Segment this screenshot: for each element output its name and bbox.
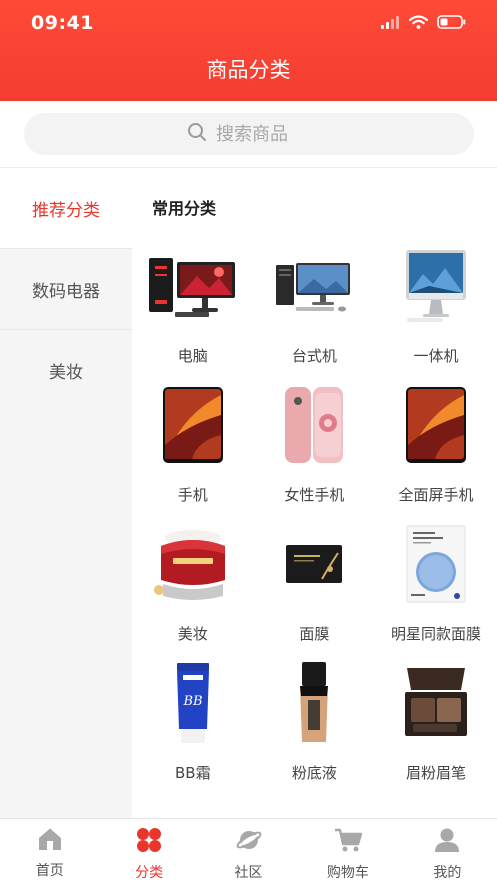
tab-home[interactable]: 首页 (0, 819, 99, 883)
search-bar (0, 101, 497, 168)
cart-icon (334, 827, 363, 857)
tab-cart[interactable]: 购物车 (298, 819, 397, 883)
tab-label: 分类 (135, 865, 164, 881)
category-item-foundation[interactable]: 粉底液 (254, 657, 376, 796)
bb-cream-tube-icon: BB (145, 661, 241, 745)
bottom-tab-bar: 首页 分类 社区 购物车 我的 (0, 818, 497, 883)
category-sidebar: 推荐分类 数码电器 美妆 (0, 168, 132, 818)
category-item-phone[interactable]: 手机 (132, 379, 254, 518)
face-mask-pack-icon (266, 522, 362, 606)
status-time: 09:41 (31, 12, 94, 34)
planet-icon (236, 827, 262, 857)
category-label: 一体机 (413, 347, 459, 365)
category-item-desktop[interactable]: 台式机 (254, 240, 376, 379)
signal-icon (381, 14, 400, 33)
home-icon (37, 827, 63, 855)
fullscreen-phone-icon (388, 383, 484, 467)
category-item-women-phone[interactable]: 女性手机 (254, 379, 376, 518)
search-box[interactable] (24, 113, 474, 155)
sidebar-item-recommended[interactable]: 推荐分类 (0, 168, 132, 249)
category-item-all-in-one[interactable]: 一体机 (375, 240, 497, 379)
pink-smartphone-icon (266, 383, 362, 467)
search-icon (187, 122, 207, 146)
foundation-bottle-icon (266, 661, 362, 745)
category-icon (136, 827, 162, 857)
sidebar-item-beauty[interactable]: 美妆 (0, 330, 132, 411)
category-label: 台式机 (291, 347, 337, 365)
category-label: 美妆 (177, 625, 208, 643)
tab-label: 购物车 (326, 865, 369, 881)
category-label: 眉粉眉笔 (405, 764, 466, 782)
category-label: 女性手机 (284, 486, 345, 504)
status-icons (381, 14, 466, 33)
tab-label: 我的 (433, 865, 462, 881)
sidebar-item-digital[interactable]: 数码电器 (0, 249, 132, 330)
category-item-computer[interactable]: 电脑 (132, 240, 254, 379)
category-label: BB霜 (175, 764, 211, 782)
desktop-computer-icon (266, 244, 362, 328)
category-item-fullscreen-phone[interactable]: 全面屏手机 (375, 379, 497, 518)
category-item-beauty[interactable]: 美妆 (132, 518, 254, 657)
category-label: 粉底液 (291, 764, 337, 782)
svg-text:BB: BB (182, 694, 202, 709)
category-label: 明星同款面膜 (390, 625, 481, 643)
category-label: 全面屏手机 (398, 486, 474, 504)
tab-label: 社区 (234, 865, 263, 881)
wifi-icon (408, 14, 429, 33)
tab-label: 首页 (35, 863, 64, 879)
sheet-mask-icon (388, 522, 484, 606)
category-label: 手机 (177, 486, 208, 504)
tab-category[interactable]: 分类 (99, 819, 198, 883)
category-label: 面膜 (299, 625, 330, 643)
all-in-one-pc-icon (388, 244, 484, 328)
smartphone-icon (145, 383, 241, 467)
category-item-bb-cream[interactable]: BB BB霜 (132, 657, 254, 796)
category-item-mask[interactable]: 面膜 (254, 518, 376, 657)
cream-jar-icon (145, 522, 241, 606)
category-item-star-mask[interactable]: 明星同款面膜 (375, 518, 497, 657)
section-title: 常用分类 (152, 199, 217, 218)
battery-icon (437, 14, 466, 33)
category-content: 常用分类 电脑 台式机 一体机 手机 女性手机 全面屏手机 美妆 面膜 明星同款… (132, 168, 497, 818)
gaming-pc-icon (145, 244, 241, 328)
app-header: 09:41 商品分类 (0, 0, 497, 101)
tab-mine[interactable]: 我的 (398, 819, 497, 883)
eyebrow-palette-icon (388, 661, 484, 745)
category-label: 电脑 (177, 347, 208, 365)
search-input[interactable] (216, 123, 311, 145)
status-bar: 09:41 (0, 0, 497, 46)
category-grid: 电脑 台式机 一体机 手机 女性手机 全面屏手机 美妆 面膜 明星同款面膜 BB… (132, 240, 497, 796)
page-title: 商品分类 (206, 58, 291, 82)
user-icon (434, 827, 460, 857)
category-item-eyebrow[interactable]: 眉粉眉笔 (375, 657, 497, 796)
tab-community[interactable]: 社区 (199, 819, 298, 883)
